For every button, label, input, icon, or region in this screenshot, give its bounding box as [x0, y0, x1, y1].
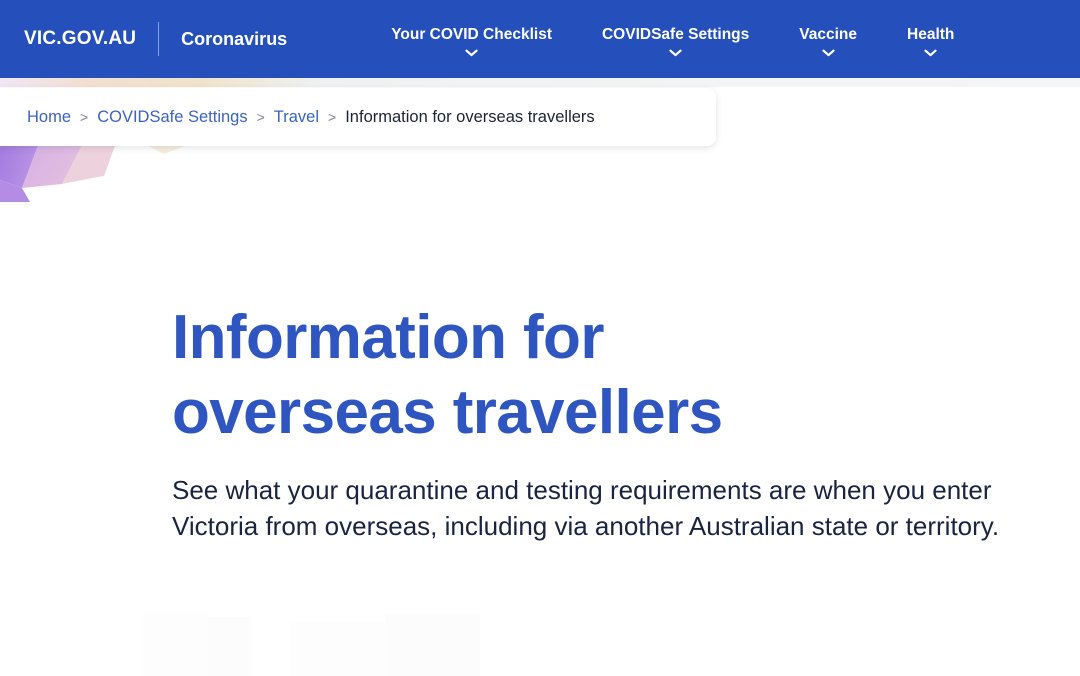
page-title: Information for overseas travellers — [172, 303, 723, 447]
nav-item-label: Vaccine — [799, 25, 858, 43]
nav-menu: Your COVID Checklist COVIDSafe Settings … — [391, 22, 954, 57]
logo-divider — [158, 22, 160, 56]
background-panel-3 — [290, 622, 385, 676]
chevron-down-icon — [822, 49, 835, 57]
breadcrumb-item-covidsafe-settings[interactable]: COVIDSafe Settings — [97, 108, 247, 127]
nav-item-your-covid-checklist[interactable]: Your COVID Checklist — [391, 24, 552, 57]
nav-underline-gradient-strip — [0, 78, 1080, 87]
breadcrumb-separator: > — [256, 109, 265, 125]
nav-item-covidsafe-settings[interactable]: COVIDSafe Settings — [602, 24, 749, 57]
main-content: Information for overseas travellers See … — [172, 300, 1032, 544]
page-root: VIC.GOV.AU Coronavirus Your COVID Checkl… — [0, 0, 1080, 676]
background-panel-1 — [143, 612, 208, 676]
nav-item-vaccine[interactable]: Vaccine — [799, 24, 857, 57]
breadcrumb-separator: > — [328, 109, 337, 125]
breadcrumb-separator: > — [80, 109, 89, 125]
coronavirus-brand-link[interactable]: Coronavirus — [181, 29, 287, 50]
background-panel-2 — [208, 617, 251, 676]
chevron-down-icon — [465, 49, 478, 57]
breadcrumb: Home > COVIDSafe Settings > Travel > Inf… — [0, 88, 716, 146]
breadcrumb-item-current: Information for overseas travellers — [345, 107, 595, 126]
page-subtitle: See what your quarantine and testing req… — [172, 475, 1000, 541]
top-navigation-bar: VIC.GOV.AU Coronavirus Your COVID Checkl… — [0, 0, 1080, 78]
vic-gov-au-logo[interactable]: VIC.GOV.AU — [24, 28, 136, 50]
breadcrumb-item-travel[interactable]: Travel — [274, 108, 319, 127]
nav-item-label: Your COVID Checklist — [391, 25, 552, 43]
breadcrumb-item-home[interactable]: Home — [27, 108, 71, 127]
background-panel-4 — [385, 614, 480, 676]
nav-item-label: COVIDSafe Settings — [601, 25, 750, 43]
nav-item-health[interactable]: Health — [907, 24, 954, 57]
chevron-down-icon — [924, 49, 937, 57]
nav-item-label: Health — [907, 25, 955, 43]
chevron-down-icon — [669, 49, 682, 57]
